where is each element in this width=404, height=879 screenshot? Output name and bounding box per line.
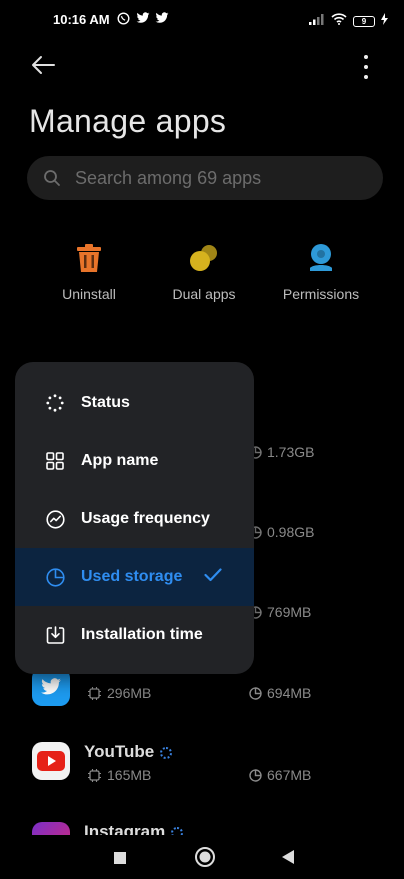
storage-value: 769MB — [249, 604, 311, 620]
storage-text: 769MB — [267, 604, 312, 620]
more-dot — [364, 55, 368, 59]
recents-button[interactable] — [114, 851, 126, 869]
app-size-text: 165MB — [107, 767, 152, 783]
back-arrow-icon — [32, 56, 55, 74]
app-name: YouTube — [84, 742, 173, 762]
permissions-label: Permissions — [282, 286, 360, 302]
app-size: 165MB — [88, 767, 151, 783]
top-app-bar — [0, 50, 404, 80]
system-nav-bar — [0, 835, 404, 879]
sort-option-app-name[interactable]: App name — [15, 432, 254, 490]
download-box-icon — [45, 625, 65, 645]
triangle-back-icon — [282, 850, 294, 864]
sort-option-label: Used storage — [81, 568, 183, 585]
chip-icon — [88, 768, 101, 782]
app-size-text: 296MB — [107, 685, 152, 701]
storage-value: 694MB — [249, 685, 311, 701]
storage-value: 0.98GB — [249, 524, 314, 540]
checkmark-icon — [204, 567, 222, 587]
trash-icon — [77, 244, 101, 272]
storage-text: 0.98GB — [267, 524, 315, 540]
twitter-status-icon-2 — [155, 12, 169, 27]
back-button[interactable] — [30, 54, 58, 78]
storage-value: 1.73GB — [249, 444, 314, 460]
app-name-text: YouTube — [84, 742, 155, 761]
pie-small-icon — [249, 768, 262, 782]
app-name-text: Instagram — [84, 822, 166, 836]
sort-option-status[interactable]: Status — [15, 374, 254, 432]
app-size: 296MB — [88, 685, 151, 701]
sort-option-label: App name — [81, 452, 159, 469]
home-button[interactable] — [194, 846, 216, 873]
uninstall-action[interactable]: Uninstall — [34, 240, 144, 302]
pie-icon — [45, 567, 65, 587]
storage-value: 667MB — [249, 767, 311, 783]
more-dot — [364, 75, 368, 79]
status-time: 10:16 AM — [53, 12, 110, 27]
sort-option-label: Status — [81, 394, 130, 411]
app-name: Instagram — [84, 822, 184, 836]
sort-option-installation-time[interactable]: Installation time — [15, 606, 254, 664]
square-icon — [114, 852, 126, 864]
grid-icon — [45, 451, 65, 471]
status-icon — [45, 393, 65, 413]
list-item-instagram[interactable]: Instagram — [0, 816, 404, 836]
uninstall-label: Uninstall — [62, 286, 116, 302]
more-options-button[interactable] — [356, 55, 376, 79]
signal-icon — [309, 12, 325, 30]
wifi-icon — [331, 12, 347, 30]
page-title: Manage apps — [29, 103, 227, 139]
search-bar[interactable] — [27, 156, 383, 200]
sort-option-used-storage[interactable]: Used storage — [15, 548, 254, 606]
search-input[interactable] — [75, 167, 345, 189]
pie-small-icon — [249, 686, 262, 700]
more-dot — [364, 65, 368, 69]
dual-apps-label: Dual apps — [172, 286, 236, 302]
search-icon — [44, 170, 60, 186]
charging-icon — [381, 12, 388, 30]
permissions-action[interactable]: Permissions — [266, 240, 376, 302]
whatsapp-icon — [117, 12, 130, 28]
storage-text: 1.73GB — [267, 444, 315, 460]
dual-circles-icon — [190, 245, 217, 271]
permission-icon — [310, 244, 332, 271]
quick-actions: Uninstall Dual apps Permissions — [0, 240, 404, 310]
twitter-status-icon — [136, 12, 150, 27]
sort-menu: Status App name Usage frequency Used sto… — [15, 362, 254, 674]
chip-icon — [88, 686, 101, 700]
home-circle-icon — [195, 847, 215, 867]
loading-spinner-icon — [160, 746, 173, 759]
sort-option-label: Usage frequency — [81, 510, 210, 527]
battery-icon: 9 — [353, 15, 375, 27]
instagram-app-icon — [32, 822, 70, 836]
back-nav-button[interactable] — [282, 850, 294, 869]
youtube-app-icon — [32, 742, 70, 780]
sort-option-label: Installation time — [81, 626, 203, 643]
sort-option-usage-frequency[interactable]: Usage frequency — [15, 490, 254, 548]
status-bar: 10:16 AM 9 — [0, 0, 404, 40]
storage-text: 667MB — [267, 767, 312, 783]
storage-text: 694MB — [267, 685, 312, 701]
dual-apps-action[interactable]: Dual apps — [149, 240, 259, 302]
trend-icon — [45, 509, 65, 529]
list-item-youtube[interactable]: YouTube 165MB 667MB — [0, 736, 404, 806]
